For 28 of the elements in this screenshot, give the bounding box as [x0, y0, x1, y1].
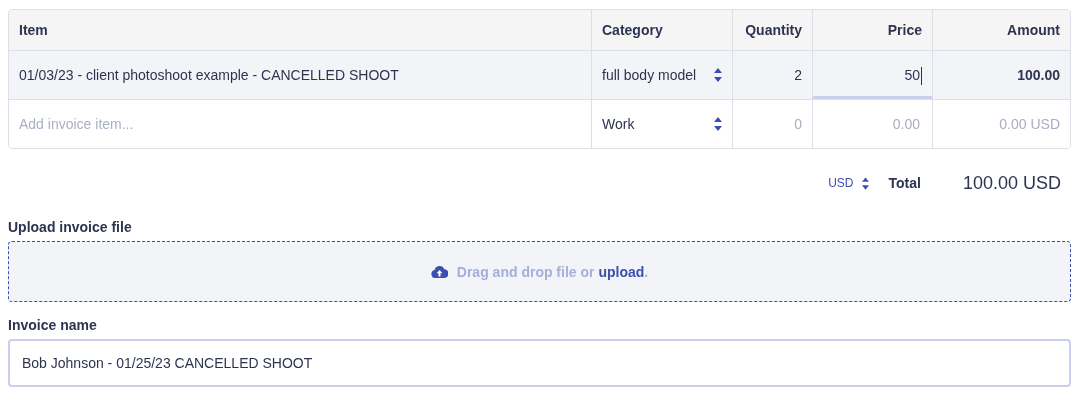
total-label: Total: [888, 175, 921, 191]
column-header: Item: [19, 22, 48, 38]
price-field[interactable]: 50: [813, 51, 932, 99]
cloud-upload-icon: [430, 265, 448, 278]
amount-field[interactable]: 0.00 USD: [943, 116, 1060, 132]
sort-arrows-icon: [714, 117, 722, 131]
column-header: Category: [602, 22, 663, 38]
sort-arrows-icon: [714, 68, 722, 82]
price-field[interactable]: 0.00: [813, 100, 932, 148]
upload-link[interactable]: upload: [598, 263, 645, 280]
sort-arrows-icon: [861, 176, 869, 190]
category-select[interactable]: full body model: [602, 67, 722, 83]
invoice-name-field[interactable]: Bob Johnson - 01/25/23 CANCELLED SHOOT: [8, 339, 1071, 387]
category-select[interactable]: Work: [602, 116, 722, 132]
upload-label: Upload invoice file: [8, 219, 133, 235]
item-field[interactable]: Add invoice item...: [19, 116, 581, 132]
quantity-field[interactable]: 2: [743, 67, 802, 83]
currency-select[interactable]: USD: [828, 176, 869, 190]
quantity-field[interactable]: 0: [743, 116, 802, 132]
upload-prompt: Drag and drop file or upload.: [456, 263, 649, 280]
column-header: Amount: [1007, 22, 1060, 38]
file-drop-zone[interactable]: Drag and drop file or upload.: [8, 241, 1071, 302]
total-value: 100.00 USD: [962, 172, 1061, 194]
amount-value: 100.00: [1017, 67, 1060, 83]
column-header: Price: [887, 22, 922, 38]
invoice-name-label: Invoice name: [8, 317, 98, 333]
column-header: Quantity: [745, 22, 802, 38]
item-field[interactable]: 01/03/23 - client photoshoot example - CANCELLED SHOOT: [19, 67, 581, 83]
